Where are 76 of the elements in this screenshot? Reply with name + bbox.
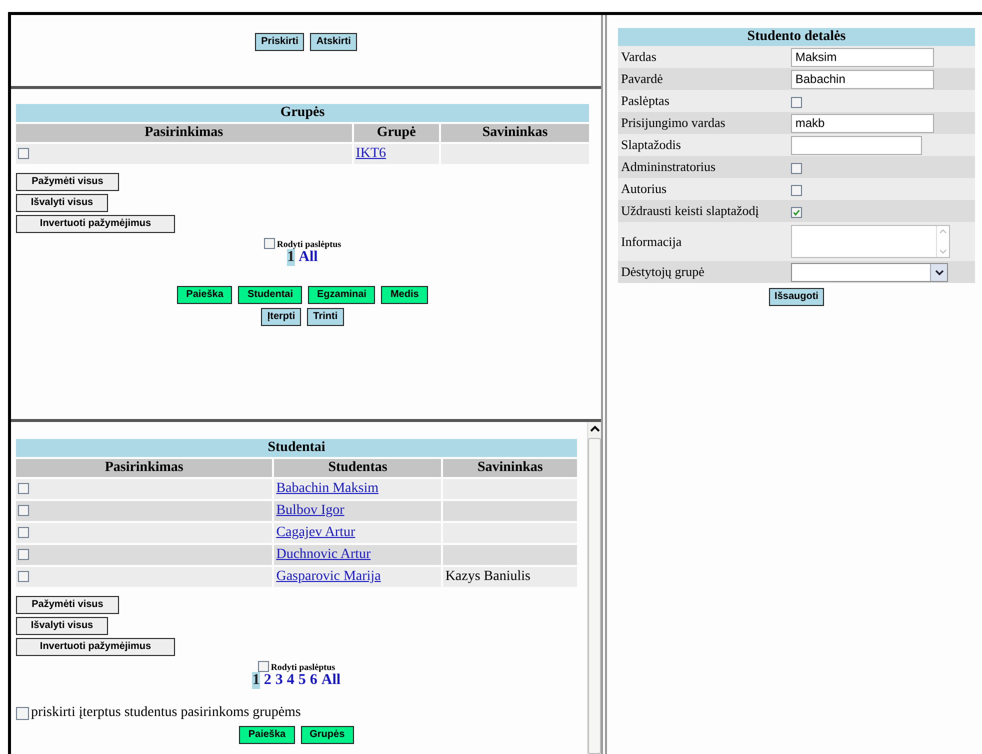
button[interactable]: Paieška (177, 286, 232, 304)
checkbox[interactable] (18, 505, 29, 516)
table-title: Studentai (16, 439, 577, 457)
button[interactable]: Atskirti (310, 33, 357, 51)
button[interactable]: Pažymėti visus (16, 173, 119, 191)
page-link[interactable]: 5 (298, 672, 306, 689)
column-header: Pasirinkimas (16, 459, 272, 477)
link[interactable]: Cagajev Artur (276, 525, 356, 540)
link[interactable]: Duchnovic Artur (276, 547, 371, 562)
checkbox[interactable] (791, 162, 802, 174)
column-header: Pasirinkimas (16, 124, 352, 142)
button[interactable]: Medis (381, 286, 428, 304)
page-link[interactable]: 4 (286, 672, 294, 689)
page-link[interactable]: All (298, 249, 318, 266)
checkbox[interactable] (258, 661, 269, 672)
dropdown[interactable] (791, 262, 948, 282)
link[interactable]: Babachin Maksim (276, 481, 378, 496)
checkbox[interactable] (18, 148, 29, 160)
field-label: Informacija (618, 222, 790, 261)
button[interactable]: Invertuoti pažymėjimus (16, 638, 175, 656)
button[interactable]: Pažymėti visus (16, 596, 119, 614)
link[interactable]: IKT6 (356, 146, 386, 161)
page-link[interactable]: All (321, 672, 341, 689)
scrollbar[interactable] (587, 422, 601, 754)
field-label: Pavardė (618, 68, 790, 90)
button[interactable]: Grupės (300, 726, 354, 744)
field-label: Slaptažodis (618, 134, 790, 156)
table-title: Studento detalės (618, 28, 975, 46)
field-label: Autorius (618, 178, 790, 200)
checkbox[interactable] (18, 549, 29, 560)
checkbox[interactable] (18, 527, 29, 538)
button[interactable]: Egzaminai (308, 286, 376, 304)
field-label: Admininstratorius (618, 156, 790, 178)
checkbox[interactable] (791, 184, 802, 196)
page-link[interactable]: 6 (310, 672, 318, 689)
button[interactable]: Priskirti (255, 33, 304, 51)
checkbox[interactable] (18, 571, 29, 582)
column-header: Studentas (274, 459, 442, 477)
input-field[interactable]: Maksim (791, 48, 934, 66)
checkbox-label: Rodyti paslėptus (270, 662, 336, 672)
column-header: Savininkas (443, 459, 577, 477)
checkbox-label: priskirti įterptus studentus pasirinkoms grupėms (31, 705, 301, 721)
column-header: Grupė (354, 124, 440, 142)
checkbox[interactable] (18, 483, 29, 494)
button[interactable]: Invertuoti pažymėjimus (16, 215, 175, 233)
checkbox[interactable] (16, 706, 29, 720)
page-link[interactable]: 1 (252, 672, 260, 689)
field-label: Prisijungimo vardas (618, 112, 790, 134)
checkbox[interactable] (791, 96, 802, 108)
input-field[interactable]: makb (791, 114, 934, 132)
button[interactable]: Išvalyti visus (16, 194, 108, 212)
button[interactable]: Studentai (238, 286, 302, 304)
checkbox[interactable] (264, 238, 275, 249)
button[interactable]: Paieška (239, 726, 295, 744)
button[interactable]: Išvalyti visus (16, 617, 108, 635)
checkbox-label: Rodyti paslėptus (276, 238, 342, 248)
link[interactable]: Bulbov Igor (276, 503, 344, 518)
field-label: Uždrausti keisti slaptažodį (618, 200, 790, 222)
checkbox[interactable] (791, 206, 802, 218)
owner-name: Kazys Baniulis (445, 569, 530, 584)
scroll-up-icon (590, 424, 600, 434)
input-field[interactable]: Babachin (791, 70, 934, 88)
page-link[interactable]: 1 (287, 249, 295, 266)
column-header: Savininkas (441, 124, 589, 142)
chevron-down-icon (934, 268, 944, 276)
button[interactable]: Išsaugoti (768, 288, 824, 306)
page-link[interactable]: 3 (275, 672, 283, 689)
field-label: Dėstytojų grupė (618, 261, 790, 283)
button[interactable]: Trinti (307, 308, 344, 326)
table-title: Grupės (16, 104, 589, 122)
password-field[interactable] (791, 136, 922, 154)
field-label: Vardas (618, 46, 790, 68)
field-label: Paslėptas (618, 90, 790, 112)
button[interactable]: Įterpti (261, 308, 302, 326)
link[interactable]: Gasparovic Marija (276, 569, 381, 584)
page-link[interactable]: 2 (264, 672, 272, 689)
